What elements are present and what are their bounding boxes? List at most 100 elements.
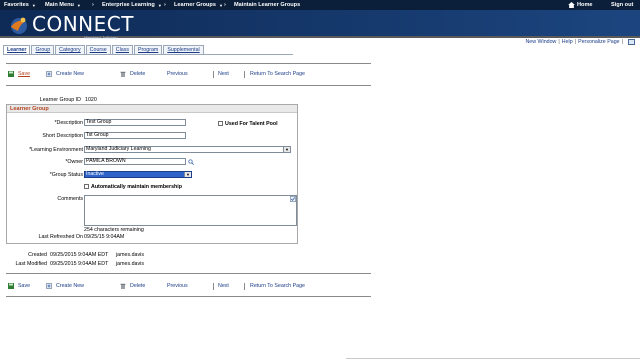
breadcrumb-separator-text: › [164, 2, 166, 8]
main-menu-label[interactable]: Main Menu [45, 2, 74, 8]
tab-class[interactable]: Class [111, 45, 133, 54]
link-separator: | [558, 39, 560, 45]
learning-environment-label: *Learning Environment [29, 147, 83, 153]
create-new-icon [46, 283, 52, 289]
main-menu[interactable]: Main Menu ▼ [45, 2, 81, 8]
save-icon [8, 71, 14, 77]
toolbar-separator [244, 71, 245, 78]
save-button[interactable]: Save [8, 283, 30, 289]
save-button[interactable]: Save [8, 71, 30, 77]
link-separator: | [574, 39, 577, 45]
last-modified-date: 09/25/2015 9:04AM EDT [50, 261, 109, 267]
delete-label[interactable]: Delete [130, 283, 145, 289]
toolbar-top: Save Create New Delete Previous Next Ret… [8, 71, 368, 79]
delete-button[interactable]: Delete [120, 283, 145, 289]
chevron-down-icon: ▼ [157, 2, 162, 8]
return-to-search-label[interactable]: Return To Search Page [250, 283, 305, 289]
logo-text: CONNECT [32, 12, 134, 36]
connect-logo-icon [11, 17, 27, 34]
save-icon [8, 283, 14, 289]
tab-group[interactable]: Group [31, 45, 55, 54]
create-new-label[interactable]: Create New [56, 71, 84, 77]
owner-label: *Owner [65, 159, 83, 165]
sign-out-label[interactable]: Sign out [611, 2, 633, 8]
learning-environment-dropdown[interactable]: Maryland Judiciary Learning ▼ [84, 146, 291, 153]
group-status-label: *Group Status [49, 172, 83, 178]
page-utility-links: New Window | Help | Personalize Page | [525, 39, 635, 45]
tab-program[interactable]: Program [134, 45, 163, 54]
last-modified-label: Last Modified [15, 261, 47, 267]
auto-maintain-label: Automatically maintain membership [91, 184, 182, 190]
save-label[interactable]: Save [18, 71, 30, 77]
create-new-label[interactable]: Create New [56, 283, 84, 289]
breadcrumb-enterprise-learning[interactable]: Enterprise Learning ▼ [102, 2, 162, 8]
divider [6, 63, 371, 64]
sign-out-link[interactable]: Sign out [611, 2, 633, 8]
help-link[interactable]: Help [562, 39, 573, 45]
chevron-down-icon: ▼ [76, 2, 81, 8]
last-refreshed-label: Last Refreshed On [38, 234, 83, 240]
favorites-label[interactable]: Favorites [4, 2, 29, 8]
toolbar-bottom: Save Create New Delete Previous Next Ret… [8, 283, 368, 291]
tab-underline [3, 54, 293, 55]
breadcrumb-learner-groups[interactable]: Learner Groups ▼ [174, 2, 223, 8]
home-icon [568, 2, 575, 8]
chevron-down-icon: ▼ [218, 2, 223, 8]
used-for-talent-pool-checkbox[interactable] [218, 121, 223, 126]
next-label[interactable]: Next [218, 71, 229, 77]
learning-environment-value: Maryland Judiciary Learning [86, 146, 151, 152]
next-label[interactable]: Next [218, 283, 229, 289]
tab-course[interactable]: Course [85, 45, 111, 54]
breadcrumb-current-page: Maintain Learner Groups [234, 2, 300, 8]
previous-button[interactable]: Previous [167, 71, 188, 77]
home-label[interactable]: Home [577, 2, 593, 8]
tab-supplemental[interactable]: Supplemental [163, 45, 204, 54]
learner-group-id-label: Learner Group ID [39, 97, 81, 103]
new-window-link[interactable]: New Window [525, 39, 556, 45]
create-new-button[interactable]: Create New [46, 283, 84, 289]
learner-group-id-value: 1020 [85, 97, 97, 103]
delete-button[interactable]: Delete [120, 71, 145, 77]
auto-maintain-checkbox[interactable] [84, 184, 89, 189]
created-date: 09/25/2015 9:04AM EDT [50, 252, 109, 258]
previous-label[interactable]: Previous [167, 283, 188, 289]
save-label[interactable]: Save [18, 283, 30, 289]
home-link[interactable]: Home [568, 2, 593, 8]
tab-category[interactable]: Category [55, 45, 85, 54]
short-description-field[interactable]: Tst Group [84, 132, 186, 139]
delete-label[interactable]: Delete [130, 71, 145, 77]
return-to-search-button[interactable]: Return To Search Page [250, 283, 305, 289]
previous-button[interactable]: Previous [167, 283, 188, 289]
comments-label: Comments [57, 196, 83, 202]
return-to-search-button[interactable]: Return To Search Page [250, 71, 305, 77]
lookup-icon[interactable] [188, 159, 194, 165]
tab-learner[interactable]: Learner [3, 45, 31, 54]
learner-group-section: Learner Group *Description Test Group Us… [6, 104, 298, 244]
logo-subtitle: Maryland Judiciary [84, 35, 118, 40]
link-separator: | [621, 39, 623, 45]
created-label: Created [28, 252, 47, 258]
group-status-dropdown[interactable]: Inactive ▼ [84, 171, 192, 178]
personalize-page-link[interactable]: Personalize Page [578, 39, 620, 45]
return-to-search-label[interactable]: Return To Search Page [250, 71, 305, 77]
breadcrumb-current-label: Maintain Learner Groups [234, 2, 301, 8]
last-modified-by: james.davis [116, 261, 144, 267]
short-description-label: Short Description [42, 133, 83, 139]
breadcrumb-separator: › [164, 2, 166, 8]
description-field[interactable]: Test Group [84, 119, 186, 126]
page-layout-icon[interactable] [628, 39, 635, 45]
previous-label[interactable]: Previous [167, 71, 188, 77]
breadcrumb-enterprise-learning-label[interactable]: Enterprise Learning [102, 2, 155, 8]
owner-field[interactable]: PAMILA BROWN [84, 158, 186, 165]
next-button[interactable]: Next [218, 71, 229, 77]
divider [6, 273, 371, 274]
create-new-button[interactable]: Create New [46, 71, 84, 77]
section-title: Learner Group [7, 105, 297, 113]
trash-icon [120, 283, 126, 289]
favorites-menu[interactable]: Favorites ▼ [4, 2, 36, 8]
comments-textarea[interactable] [84, 195, 297, 226]
breadcrumb-learner-groups-label[interactable]: Learner Groups [174, 2, 216, 8]
spellcheck-icon[interactable] [290, 196, 296, 202]
next-button[interactable]: Next [218, 283, 229, 289]
toolbar-separator [213, 283, 214, 290]
